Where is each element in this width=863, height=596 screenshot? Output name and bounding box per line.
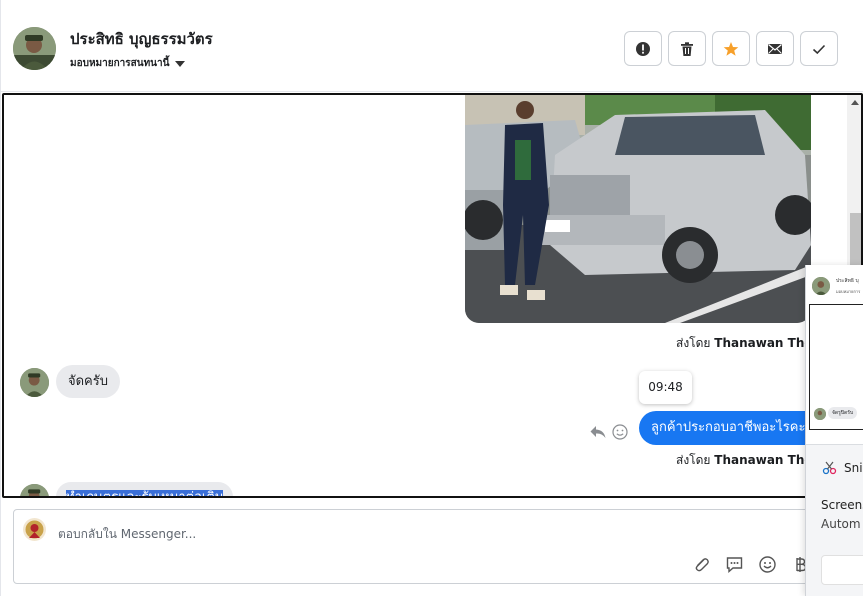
sent-by-prefix: ส่งโดย [676,453,711,467]
incoming-message[interactable]: จัดครับ [56,365,120,398]
scroll-up-arrow-icon[interactable] [851,100,859,105]
incoming-message[interactable]: ทำเกษตรและรับเหมาต่อเติม [56,482,234,496]
delete-button[interactable] [668,31,706,66]
assign-conversation-dropdown[interactable]: มอบหมายการสนทนานี้ [70,56,186,71]
react-smile-icon[interactable] [612,424,628,440]
composer-tools [692,555,810,574]
message-thread[interactable]: ส่งโดย Thanawan Thon จัดครับ 09:48 ลูกค้… [2,93,863,498]
message-sent-by: ส่งโดย Thanawan Thon [676,451,821,470]
page-avatar [23,518,46,541]
star-icon [723,41,739,56]
conversation-header: ประสิทธิ บุญธรรมวัตร มอบหมายการสนทนานี้ [1,0,863,92]
snip-notification: Snip Screens Autom [806,447,863,596]
messenger-window: ประสิทธิ บุญธรรมวัตร มอบหมายการสนทนานี้ [0,0,863,596]
thumbnail-sub: มอบหมายการ [836,289,861,294]
contact-avatar[interactable] [13,27,56,70]
reply-icon[interactable] [590,425,606,439]
mail-icon [768,43,782,54]
thumbnail-name: ประสิทธิ บุ [836,278,859,284]
photo-sent-by: ส่งโดย Thanawan Thon [676,334,821,353]
alert-icon [636,41,650,56]
check-icon [812,44,826,54]
sender-avatar [20,368,49,397]
thumbnail-bubble: จัดรูปิดรับ [828,407,858,419]
timestamp-tooltip: 09:48 [639,371,692,404]
snip-title: Snip [844,461,863,475]
snip-action-button[interactable] [821,555,863,585]
trash-icon [681,41,693,56]
thumbnail-sender-avatar [814,408,826,420]
mark-done-button[interactable] [800,31,838,66]
mark-spam-button[interactable] [624,31,662,66]
mark-unread-button[interactable] [756,31,794,66]
assign-label: มอบหมายการสนทนานี้ [70,58,170,69]
sent-by-prefix: ส่งโดย [676,336,711,350]
snip-text-line2: Autom [821,517,861,531]
snip-text-line1: Screens [821,498,863,512]
snip-preview-popup[interactable]: ประสิทธิ บุ มอบหมายการ จัดรูปิดรับ Snip … [805,265,863,596]
shared-photo[interactable] [465,95,811,323]
scroll-thumb[interactable] [850,213,861,268]
reply-input[interactable]: ตอบกลับใน Messenger... [58,525,196,544]
reply-composer[interactable]: ตอบกลับใน Messenger... [13,509,853,584]
saved-replies-icon[interactable] [725,555,744,574]
caret-down-icon [175,60,186,67]
contact-name: ประสิทธิ บุญธรรมวัตร [70,30,213,48]
header-actions [624,31,838,66]
star-button[interactable] [712,31,750,66]
thumbnail-avatar [812,277,830,295]
sender-avatar [20,484,49,496]
attachment-icon[interactable] [692,555,711,574]
screenshot-thumbnail[interactable]: ประสิทธิ บุ มอบหมายการ จัดรูปิดรับ [806,265,863,445]
emoji-icon[interactable] [758,555,777,574]
selected-text: ทำเกษตรและรับเหมาต่อเติม [66,490,224,496]
snipping-tool-icon [822,461,837,475]
